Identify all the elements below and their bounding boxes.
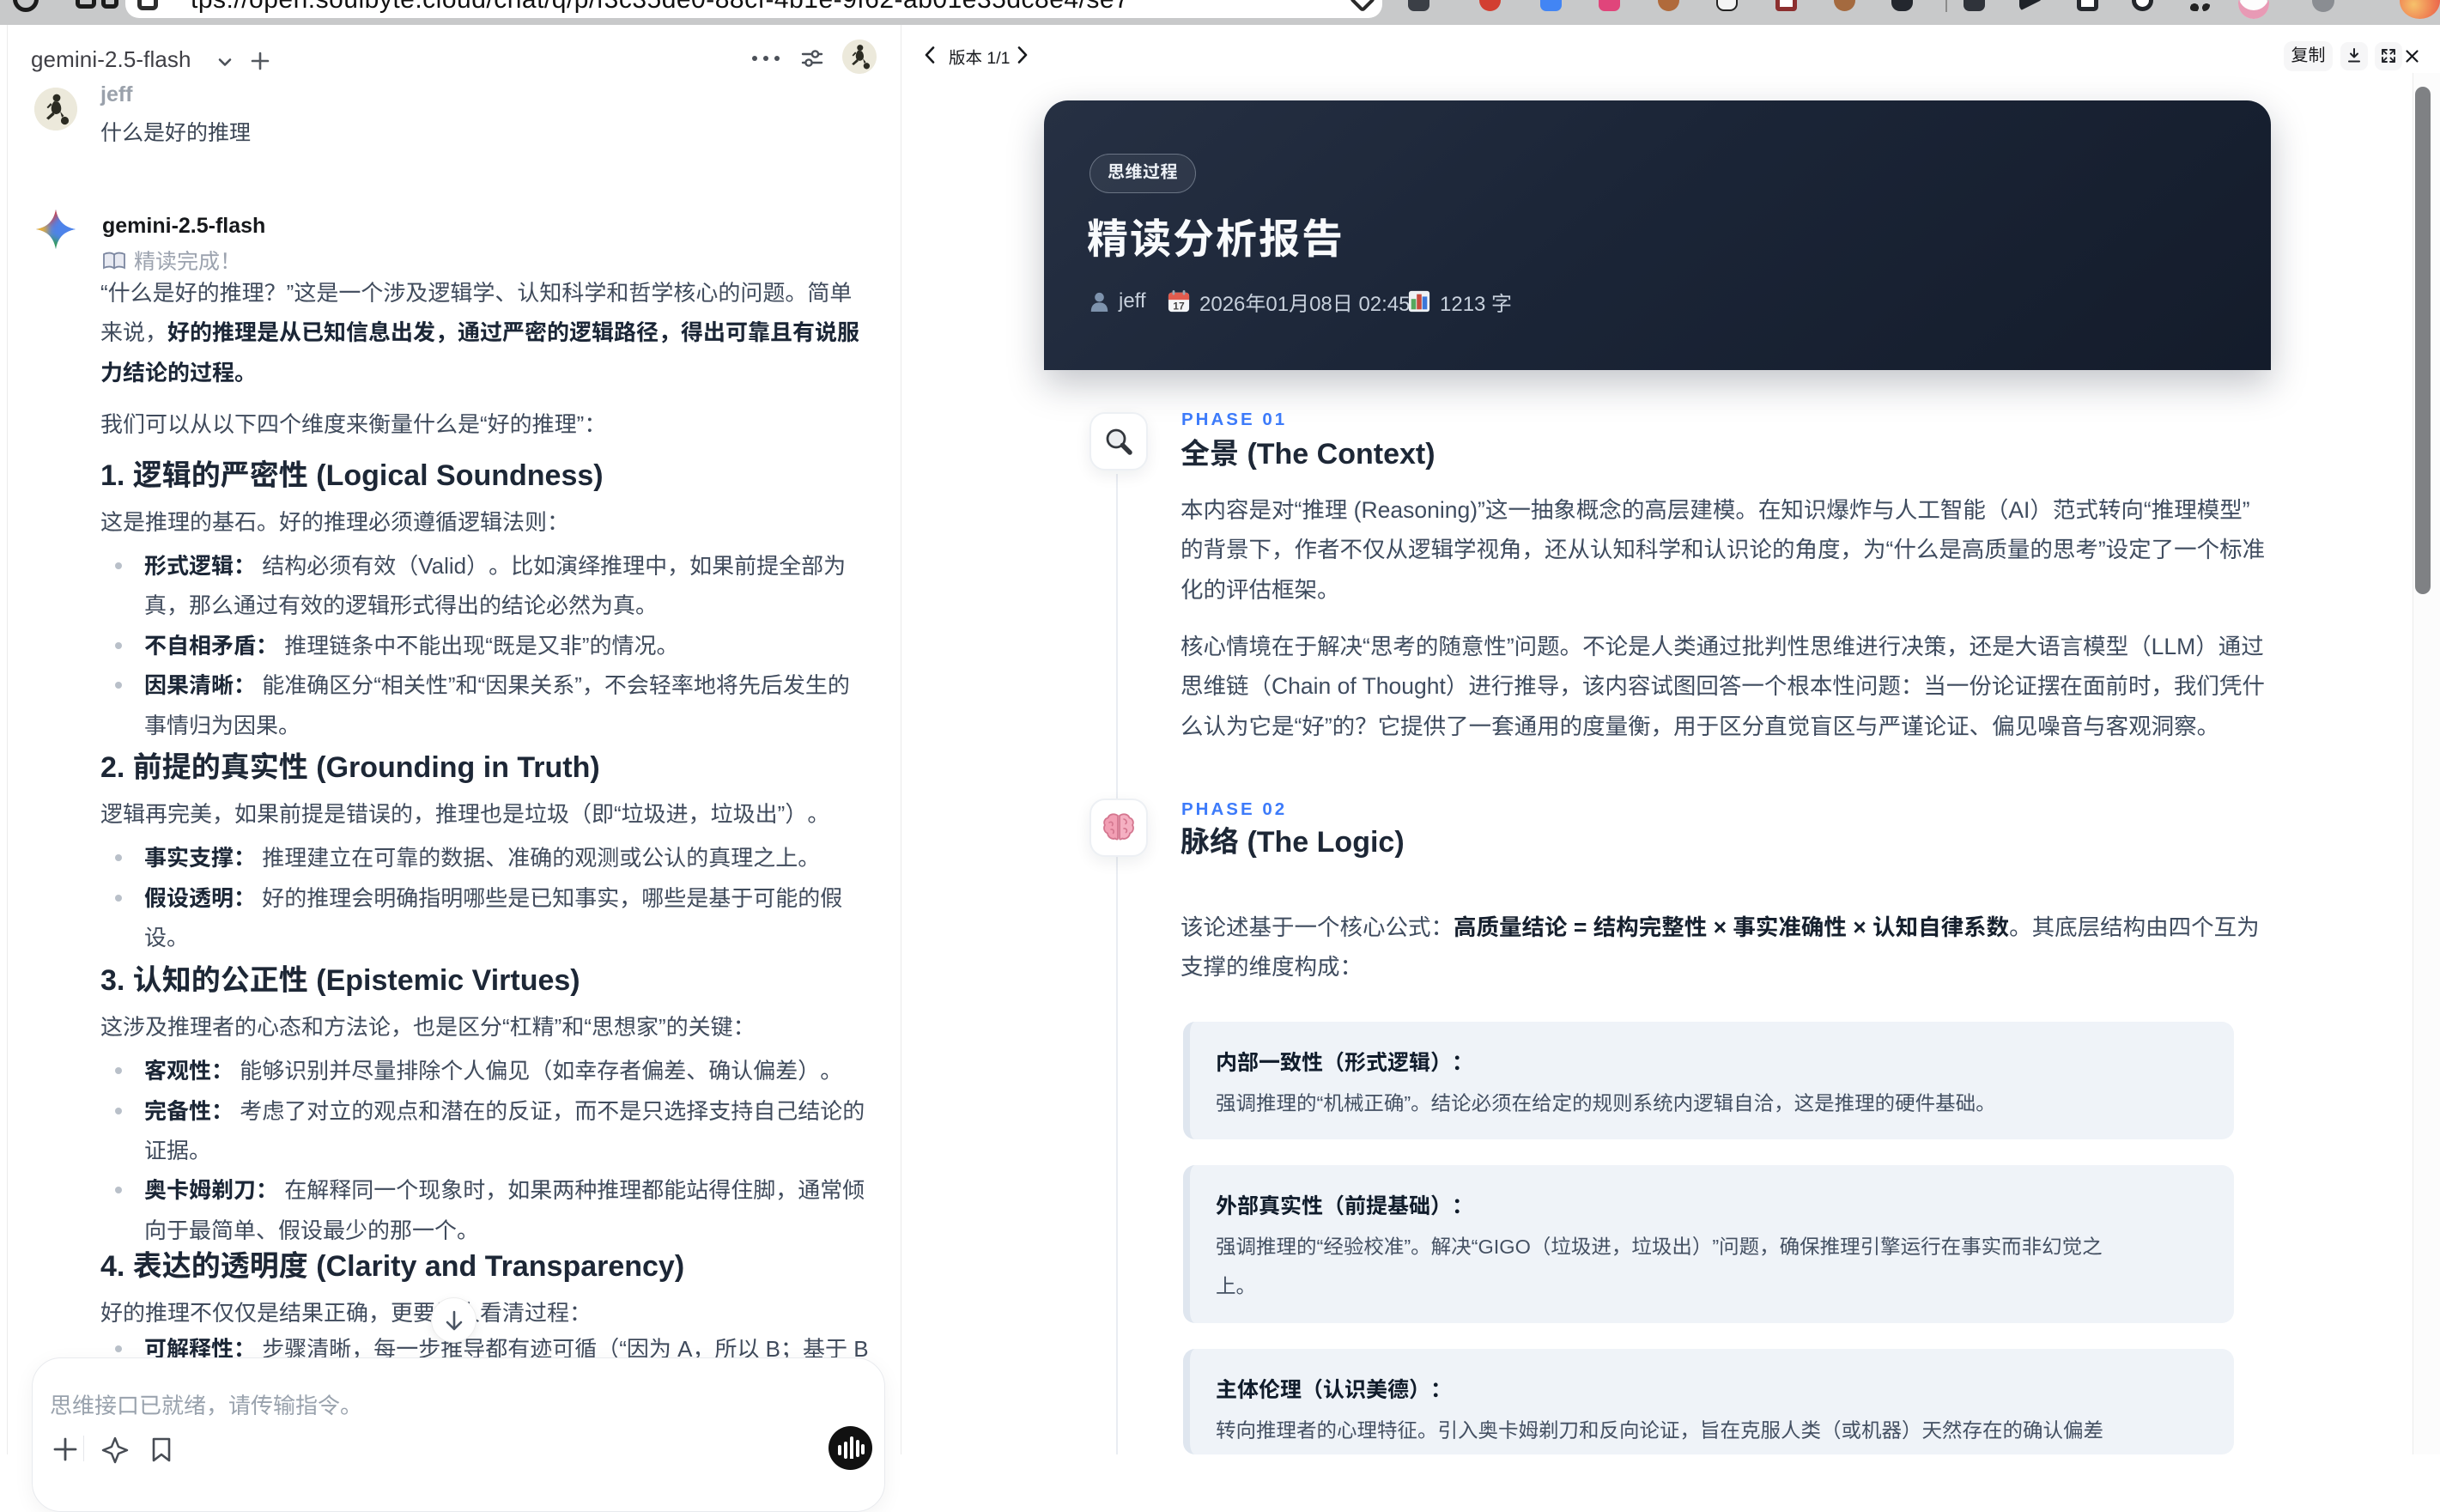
svg-text:17: 17 <box>1173 300 1185 312</box>
